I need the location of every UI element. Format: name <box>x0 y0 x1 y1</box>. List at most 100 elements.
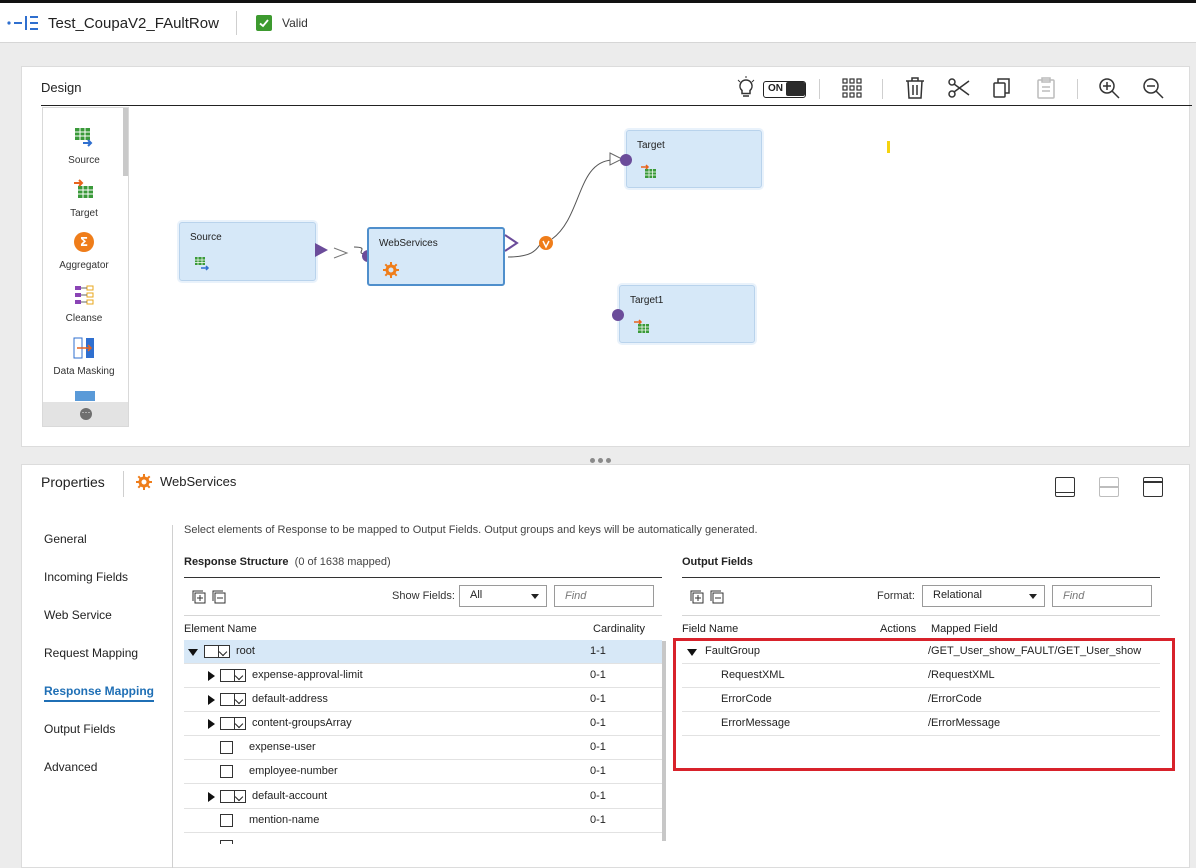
aggregator-icon: Σ <box>74 232 94 252</box>
properties-divider <box>123 471 124 497</box>
target1-input-port[interactable] <box>610 307 626 323</box>
palette-item-cleanse[interactable]: Cleanse <box>43 283 125 324</box>
expand-collapse-icons[interactable] <box>690 589 726 605</box>
target-icon <box>74 179 93 198</box>
output-fields-header: Output Fields <box>682 556 753 568</box>
palette-item-target[interactable]: Target <box>43 178 125 219</box>
table-row[interactable]: default-address 0-1 <box>184 688 662 712</box>
row-checkbox[interactable] <box>220 741 233 754</box>
section-rule <box>184 577 662 578</box>
col-element-name: Element Name <box>184 623 257 635</box>
table-row[interactable]: expense-user 0-1 <box>184 736 662 760</box>
transformation-name: WebServices <box>160 474 237 489</box>
node-target[interactable]: Target <box>626 130 762 188</box>
col-actions: Actions <box>880 623 917 635</box>
row-checkbox[interactable] <box>220 765 233 778</box>
svg-text:Σ: Σ <box>80 235 88 249</box>
design-panel: Design ON Source Target Σ Aggregator Cle… <box>21 66 1192 447</box>
cleanse-icon <box>75 285 94 305</box>
transformation-palette: Source Target Σ Aggregator Cleanse Data … <box>42 107 129 427</box>
palette-more-button[interactable]: ··· <box>43 402 128 426</box>
properties-panel: Properties WebServices General Incoming … <box>21 464 1190 868</box>
gear-icon <box>136 474 152 490</box>
node-source[interactable]: Source <box>179 222 316 281</box>
palette-item-aggregator[interactable]: Σ Aggregator <box>43 230 125 271</box>
row-checkbox[interactable] <box>204 645 230 658</box>
expand-collapse-icons[interactable] <box>192 589 228 605</box>
table-row[interactable]: expense-approval-limit 0-1 <box>184 664 662 688</box>
valid-check-icon <box>256 15 272 31</box>
section-rule <box>184 615 662 616</box>
row-checkbox[interactable] <box>220 669 246 682</box>
more-dots-icon: ··· <box>80 408 92 420</box>
row-checkbox[interactable] <box>220 717 246 730</box>
response-structure-title: Response Structure <box>184 556 289 568</box>
webservices-output-port[interactable] <box>503 233 555 257</box>
palette-item-partial-icon <box>75 391 95 401</box>
source-icon <box>75 128 93 147</box>
target-icon <box>641 164 656 178</box>
panel-splitter[interactable] <box>590 452 620 463</box>
table-row[interactable]: mention-name 0-1 <box>184 809 662 833</box>
table-row[interactable]: content-groupsArray 0-1 <box>184 712 662 736</box>
layout-bottom-panel-icon[interactable] <box>1055 477 1075 497</box>
palette-label: Aggregator <box>59 260 109 271</box>
table-row[interactable]: root 1-1 <box>184 640 662 664</box>
output-find-input[interactable]: Find <box>1052 585 1152 607</box>
layout-maximize-icon[interactable] <box>1143 477 1163 497</box>
nav-request-mapping[interactable]: Request Mapping <box>44 643 154 681</box>
source-output-port[interactable] <box>314 241 374 263</box>
palette-label: Data Masking <box>53 366 115 377</box>
palette-item-data-masking[interactable]: Data Masking <box>43 336 125 377</box>
valid-status: Valid <box>282 16 308 30</box>
show-fields-select[interactable]: All <box>459 585 547 607</box>
nav-advanced[interactable]: Advanced <box>44 757 154 795</box>
palette-label: Source <box>68 155 100 166</box>
format-select[interactable]: Relational <box>922 585 1045 607</box>
show-fields-label: Show Fields: <box>392 590 455 602</box>
row-checkbox[interactable] <box>220 790 246 803</box>
header-divider <box>236 11 237 35</box>
expand-icon[interactable] <box>208 719 215 729</box>
response-structure-header: Response Structure (0 of 1638 mapped) <box>184 556 391 568</box>
row-checkbox[interactable] <box>220 814 233 827</box>
nav-web-service[interactable]: Web Service <box>44 605 154 643</box>
expand-icon[interactable] <box>208 695 215 705</box>
col-field-name: Field Name <box>682 623 739 635</box>
response-scrollbar[interactable] <box>662 641 666 841</box>
row-checkbox-partial <box>220 840 233 844</box>
source-icon <box>195 257 210 271</box>
nav-general[interactable]: General <box>44 529 154 567</box>
palette-item-source[interactable]: Source <box>43 125 125 166</box>
section-rule <box>682 577 1160 578</box>
nav-incoming-fields[interactable]: Incoming Fields <box>44 567 154 605</box>
format-label: Format: <box>877 590 915 602</box>
target-input-port[interactable] <box>608 151 638 167</box>
nav-response-mapping[interactable]: Response Mapping <box>44 681 155 719</box>
layout-split-icon[interactable] <box>1099 477 1119 497</box>
nav-output-fields[interactable]: Output Fields <box>44 719 154 757</box>
expand-icon[interactable] <box>208 671 215 681</box>
mapping-title: Test_CoupaV2_FAultRow <box>48 15 219 32</box>
node-target1[interactable]: Target1 <box>619 285 755 343</box>
response-mapping-hint: Select elements of Response to be mapped… <box>184 524 758 536</box>
col-cardinality: Cardinality <box>593 623 645 635</box>
target-icon <box>634 319 649 333</box>
chevron-down-icon <box>531 594 539 599</box>
node-title: Target <box>637 140 665 151</box>
properties-title: Properties <box>41 474 105 490</box>
expand-icon[interactable] <box>208 792 215 802</box>
header-bar: Test_CoupaV2_FAultRow Valid <box>0 3 1196 43</box>
node-webservices[interactable]: WebServices <box>367 227 505 286</box>
section-rule <box>682 615 1160 616</box>
collapse-icon[interactable] <box>188 649 198 656</box>
table-row[interactable]: default-account 0-1 <box>184 785 662 809</box>
data-masking-icon <box>73 337 94 359</box>
table-row[interactable]: employee-number 0-1 <box>184 760 662 784</box>
col-mapped-field: Mapped Field <box>931 623 998 635</box>
row-checkbox[interactable] <box>220 693 246 706</box>
palette-label: Cleanse <box>65 313 103 324</box>
node-title: Target1 <box>630 295 664 306</box>
response-find-input[interactable]: Find <box>554 585 654 607</box>
palette-label: Target <box>70 208 98 219</box>
